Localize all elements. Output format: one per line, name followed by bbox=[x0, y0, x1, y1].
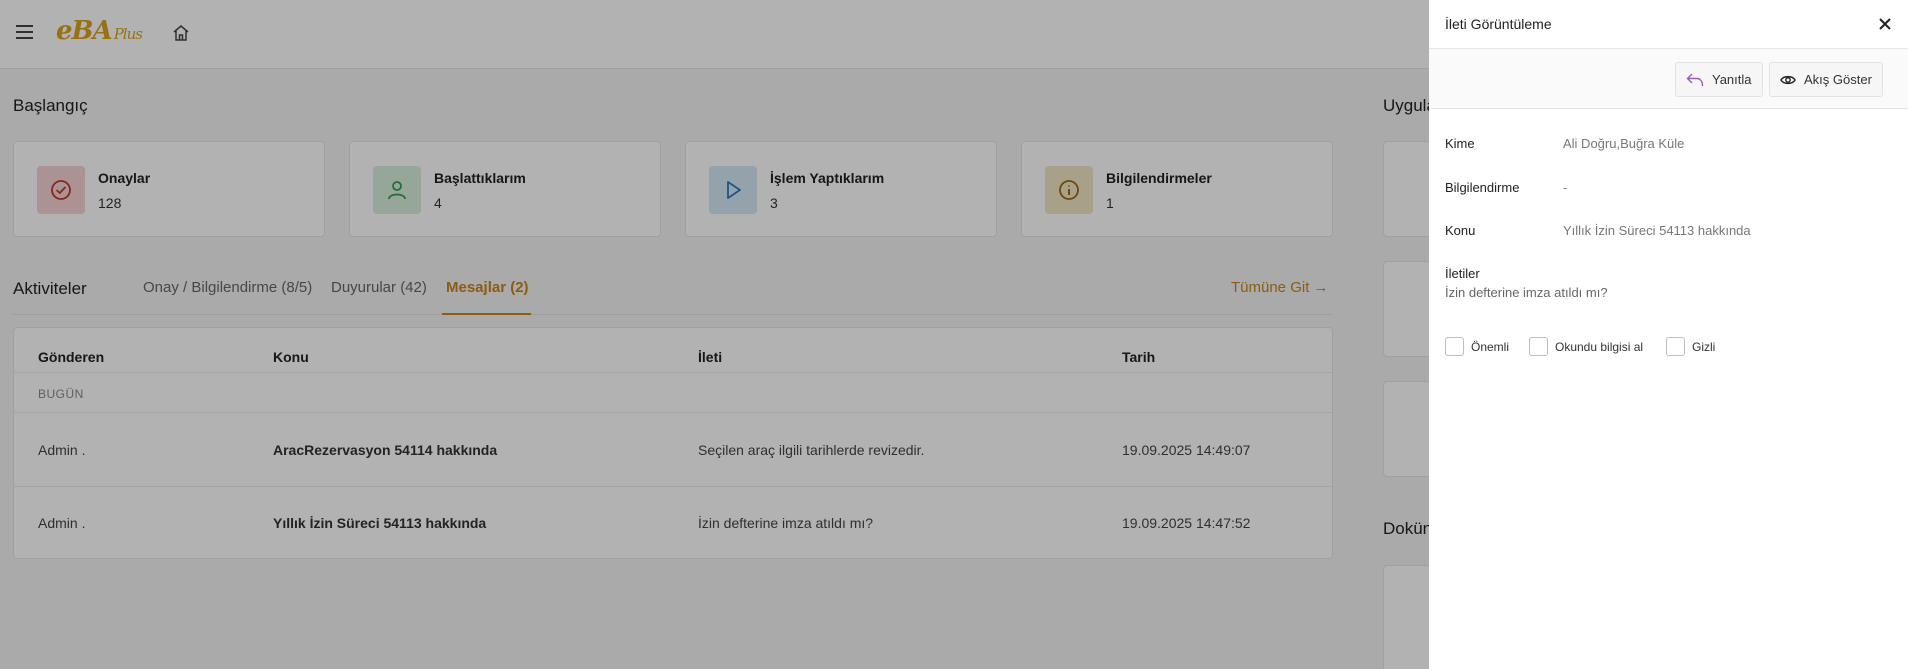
checkbox-box[interactable] bbox=[1445, 337, 1464, 356]
message-view-drawer: İleti Görüntüleme Yanıtla Akış Göster Ki… bbox=[1429, 0, 1908, 669]
private-checkbox[interactable]: Gizli bbox=[1666, 337, 1715, 356]
reply-label: Yanıtla bbox=[1712, 72, 1752, 87]
reply-icon bbox=[1686, 73, 1704, 86]
eye-icon bbox=[1780, 75, 1796, 84]
checkbox-box[interactable] bbox=[1529, 337, 1548, 356]
message-body: İzin defterine imza atıldı mı? bbox=[1445, 285, 1608, 300]
field-value-to: Ali Doğru,Buğra Küle bbox=[1563, 136, 1685, 151]
checkbox-box[interactable] bbox=[1666, 337, 1685, 356]
checkbox-label: Önemli bbox=[1471, 339, 1510, 354]
field-label-subject: Konu bbox=[1445, 223, 1476, 238]
close-icon[interactable] bbox=[1878, 17, 1892, 31]
show-flow-label: Akış Göster bbox=[1804, 72, 1872, 87]
drawer-header: İleti Görüntüleme bbox=[1429, 0, 1908, 49]
important-checkbox[interactable]: Önemli bbox=[1445, 337, 1509, 356]
field-value-cc: - bbox=[1563, 180, 1568, 195]
checkbox-label: Okundu bilgisi al bbox=[1555, 339, 1644, 354]
show-flow-button[interactable]: Akış Göster bbox=[1769, 62, 1883, 97]
drawer-toolbar: Yanıtla Akış Göster bbox=[1429, 49, 1908, 109]
field-label-cc: Bilgilendirme bbox=[1445, 180, 1520, 195]
messages-label: İletiler bbox=[1445, 266, 1480, 281]
field-value-subject: Yıllık İzin Süreci 54113 hakkında bbox=[1563, 223, 1751, 238]
drawer-title: İleti Görüntüleme bbox=[1445, 16, 1552, 32]
field-label-to: Kime bbox=[1445, 136, 1475, 151]
checkbox-label: Gizli bbox=[1692, 339, 1716, 354]
read-receipt-checkbox[interactable]: Okundu bilgisi al bbox=[1529, 337, 1643, 356]
reply-button[interactable]: Yanıtla bbox=[1675, 62, 1763, 97]
